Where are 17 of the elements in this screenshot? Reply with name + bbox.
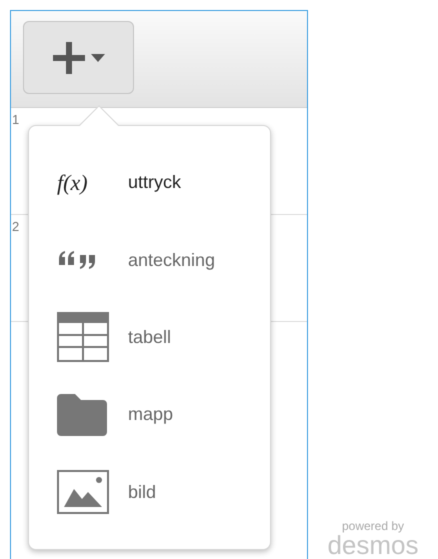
folder-icon bbox=[57, 394, 107, 436]
menu-item[interactable]: bild bbox=[57, 464, 270, 520]
menu-item[interactable]: tabell bbox=[57, 309, 270, 366]
row-number: 2 bbox=[12, 219, 20, 234]
image-icon bbox=[57, 470, 109, 514]
menu-item[interactable]: anteckning bbox=[57, 232, 270, 288]
row-number: 1 bbox=[12, 112, 20, 127]
caret-icon bbox=[90, 54, 104, 62]
menu-item[interactable]: f(x) uttryck bbox=[57, 154, 270, 211]
table-icon bbox=[57, 312, 109, 362]
add-button[interactable] bbox=[23, 21, 134, 94]
powered-by-caption: powered by bbox=[342, 520, 404, 533]
plus-icon bbox=[52, 42, 84, 74]
function-icon: f(x) bbox=[57, 166, 128, 200]
quote-icon bbox=[57, 251, 97, 270]
menu-item[interactable]: mapp bbox=[57, 386, 270, 443]
desmos-logo: desmos bbox=[327, 533, 419, 557]
